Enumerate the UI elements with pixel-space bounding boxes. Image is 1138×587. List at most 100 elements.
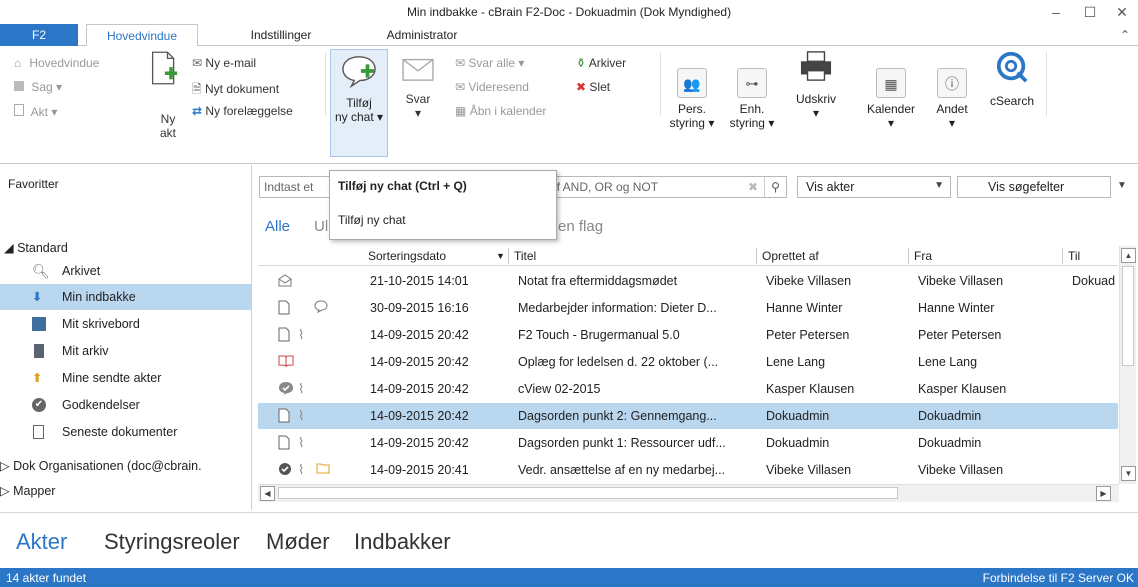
akt-button[interactable]: Akt ▾ [14, 104, 57, 119]
ny-akt-button[interactable] [144, 50, 184, 93]
svar-alle-button[interactable]: ✉ Svar alle ▾ [455, 56, 524, 70]
folders-group[interactable]: ▷ Mapper [0, 483, 55, 498]
chat-tooltip-popup: Tilføj ny chat (Ctrl + Q) Tilføj ny chat [329, 170, 557, 240]
filter-all[interactable]: Alle [265, 218, 290, 235]
sag-button[interactable]: Sag ▾ [14, 80, 62, 94]
sidebar-item-arkivet[interactable]: 🔍︎ Arkivet [0, 258, 251, 284]
table-row[interactable]: 21-10-2015 14:01 Notat fra eftermiddagsmø… [258, 268, 1118, 294]
table-row[interactable]: 30-09-2015 16:16 Medarbejder information:… [258, 295, 1118, 321]
table-row[interactable]: ⌇ 14-09-2015 20:42 F2 Touch - Brugermanual… [258, 322, 1118, 348]
nav-moeder[interactable]: Møder [266, 529, 330, 555]
sidebar-item-min-indbakke[interactable]: ⬇ Min indbakke [0, 284, 251, 310]
sidebar-item-mit-skrivebord[interactable]: Mit skrivebord [0, 311, 251, 337]
maximize-button[interactable]: ☐ [1078, 2, 1102, 22]
table-row[interactable]: ⌇ 14-09-2015 20:42 cView 02-2015 Kasper Kla… [258, 376, 1118, 402]
tilfoej-ny-chat-button[interactable]: Tilføj ny chat ▾ [330, 49, 388, 157]
row-from: Lene Lang [918, 355, 978, 369]
close-button[interactable]: ✕ [1110, 2, 1134, 22]
scroll-down-icon[interactable]: ▼ [1121, 466, 1136, 481]
column-created-by[interactable]: Oprettet af [762, 249, 819, 263]
tab-f2[interactable]: F2 [0, 24, 78, 46]
ribbon: ⌂ Hovedvindue Sag ▾ Akt ▾ Ny akt ✉ Ny e-… [0, 46, 1138, 164]
document-icon [278, 327, 292, 343]
vertical-scrollbar[interactable]: ▲ ▼ [1119, 246, 1136, 484]
pers-styring-button[interactable]: 👥 Pers. styring ▾ [666, 68, 718, 130]
table-row[interactable]: ⌇ 14-09-2015 20:41 Vedr. ansættelse af en … [258, 457, 1118, 483]
nav-indbakker[interactable]: Indbakker [354, 529, 451, 555]
attachment-icon: ⌇ [298, 435, 305, 450]
collapse-ribbon-icon[interactable]: ⌃ [1116, 24, 1134, 46]
nyt-dokument-button[interactable]: 🗎 Nyt dokument [192, 80, 279, 101]
organisation-group[interactable]: ▷ Dok Organisationen (doc@cbrain. [0, 458, 202, 473]
ny-forelaeggelse-button[interactable]: ⇄ Ny forelæggelse [192, 104, 293, 118]
home-icon: ⌂ [14, 56, 22, 70]
horizontal-scroll-thumb[interactable] [278, 487, 898, 499]
sort-descending-icon[interactable]: ▼ [496, 251, 505, 261]
row-from: Dokuadmin [918, 436, 982, 450]
svar-button[interactable]: Svar ▾ [396, 54, 440, 120]
column-title[interactable]: Titel [514, 249, 536, 263]
tooltip-title: Tilføj ny chat (Ctrl + Q) [338, 179, 467, 193]
tab-administrator[interactable]: Administrator [372, 24, 472, 46]
row-title: Medarbejder information: Dieter D... [518, 301, 717, 315]
view-select[interactable]: Vis akter ▼ [797, 176, 951, 198]
favorites-header[interactable]: Favoritter [8, 177, 59, 191]
minimize-button[interactable]: – [1044, 2, 1068, 22]
search-fields-toggle[interactable]: Vis søgefelter [957, 176, 1111, 198]
udskriv-button[interactable]: Udskriv ▾ [788, 50, 844, 120]
attachment-icon: ⌇ [298, 462, 305, 477]
tooltip-description: Tilføj ny chat [338, 213, 406, 227]
column-date[interactable]: Sorteringsdato [368, 249, 446, 263]
row-created-by: Vibeke Villasen [766, 463, 852, 477]
kalender-button[interactable]: ▦ Kalender ▾ [862, 68, 920, 130]
enh-styring-button[interactable]: ⊶ Enh. styring ▾ [724, 68, 780, 130]
reply-all-icon: ✉ [455, 56, 466, 70]
more-options-icon[interactable]: ▼ [1117, 180, 1127, 191]
search-icon: 🔍︎ [32, 263, 50, 279]
column-to[interactable]: Til [1068, 249, 1080, 263]
tab-hovedvindue[interactable]: Hovedvindue [86, 24, 198, 47]
table-row[interactable]: ⌇ 14-09-2015 20:42 Dagsorden punkt 1: Ress… [258, 430, 1118, 456]
sidebar-item-seneste-dokumenter[interactable]: Seneste dokumenter [0, 419, 251, 445]
row-date: 21-10-2015 14:01 [370, 274, 469, 288]
aabn-kalender-button[interactable]: ▦ Åbn i kalender [455, 104, 546, 118]
delete-icon: ✖ [576, 80, 587, 94]
column-from[interactable]: Fra [914, 249, 932, 263]
vertical-scroll-thumb[interactable] [1122, 266, 1134, 366]
filter-flag[interactable]: en flag [558, 218, 603, 235]
approval-icon: ✔ [32, 398, 46, 412]
row-date: 14-09-2015 20:41 [370, 463, 469, 477]
documents-table: Sorteringsdato ▼ Titel Oprettet af Fra T… [258, 246, 1118, 484]
filter-unread[interactable]: Ul [314, 218, 328, 235]
approval-chat-icon [278, 381, 293, 397]
ny-email-button[interactable]: ✉ Ny e-mail [192, 56, 256, 70]
videresend-button[interactable]: ✉ Videresend [455, 80, 529, 94]
sidebar-item-godkendelser[interactable]: ✔ Godkendelser [0, 392, 251, 418]
table-row[interactable]: ⌇ 14-09-2015 20:42 Dagsorden punkt 2: Genn… [258, 403, 1118, 429]
tab-indstillinger[interactable]: Indstillinger [236, 24, 326, 46]
attachment-icon: ⌇ [298, 327, 305, 342]
slet-button[interactable]: ✖ Slet [576, 80, 610, 94]
search-icon[interactable]: ⚲ [764, 177, 786, 197]
standard-group[interactable]: ◢ Standard [4, 240, 68, 255]
row-from: Vibeke Villasen [918, 274, 1004, 288]
nav-styringsreoler[interactable]: Styringsreoler [104, 529, 240, 555]
case-icon [14, 81, 24, 91]
horizontal-scrollbar[interactable]: ◀ ▶ [258, 484, 1119, 502]
andet-button[interactable]: ⓘ Andet ▾ [928, 68, 976, 130]
hovedvindue-button[interactable]: ⌂ Hovedvindue [14, 56, 99, 70]
scroll-up-icon[interactable]: ▲ [1121, 248, 1136, 263]
row-to: Dokuad [1072, 274, 1116, 288]
sidebar-item-mine-sendte-akter[interactable]: ⬆ Mine sendte akter [0, 365, 251, 391]
scroll-right-icon[interactable]: ▶ [1096, 486, 1111, 501]
row-title: cView 02-2015 [518, 382, 601, 396]
nav-akter[interactable]: Akter [16, 529, 67, 555]
row-title: Oplæg for ledelsen d. 22 oktober (... [518, 355, 719, 369]
table-row[interactable]: 14-09-2015 20:42 Oplæg for ledelsen d. 22… [258, 349, 1118, 375]
row-date: 14-09-2015 20:42 [370, 436, 469, 450]
clear-search-icon[interactable]: ✖ [748, 180, 758, 194]
arkiver-button[interactable]: ⚱ Arkiver [576, 56, 626, 70]
sidebar-item-mit-arkiv[interactable]: Mit arkiv [0, 338, 251, 364]
scroll-left-icon[interactable]: ◀ [260, 486, 275, 501]
csearch-button[interactable]: cSearch [980, 50, 1044, 108]
